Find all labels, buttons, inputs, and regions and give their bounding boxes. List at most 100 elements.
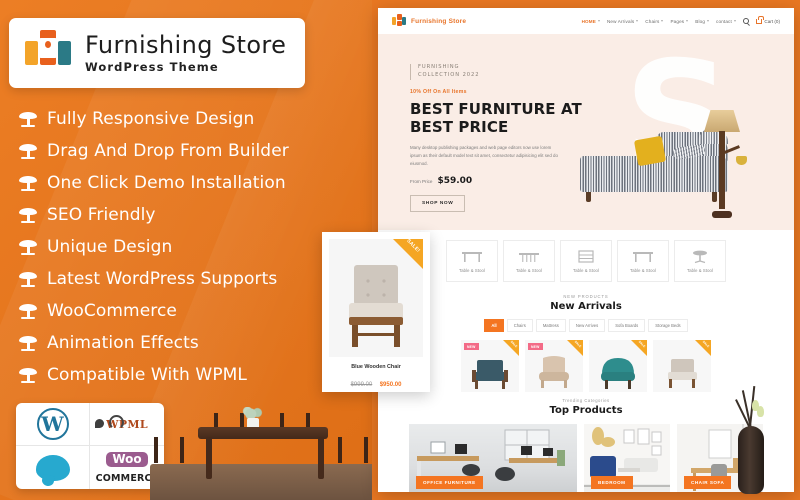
section-eyebrow: NEW PRODUCTS bbox=[563, 294, 609, 299]
promo-panel: Furnishing Store WordPress Theme Fully R… bbox=[0, 0, 372, 500]
stool-bullet-icon bbox=[18, 142, 38, 160]
hero-description: Many desktop publishing packages and web… bbox=[410, 145, 558, 166]
yellow-cushion bbox=[633, 135, 667, 167]
hero-copy: FURNISHING COLLECTION 2022 10% Off On Al… bbox=[410, 64, 585, 213]
sale-corner-badge: SALE! bbox=[393, 239, 423, 269]
stool-bullet-icon bbox=[18, 238, 38, 256]
hero-banner: S FURNISHING COLLECTION 2022 10% Off On … bbox=[378, 34, 794, 230]
dining-table bbox=[198, 427, 328, 439]
hero-title: BEST FURNITURE AT BEST PRICE bbox=[410, 99, 582, 136]
product-thumb[interactable]: SALE bbox=[653, 340, 711, 392]
nav-item-pages[interactable]: Pages bbox=[670, 19, 689, 24]
chevron-down-icon bbox=[686, 20, 689, 22]
category-label: Table & Stool bbox=[459, 268, 485, 273]
tab-chairs[interactable]: Chairs bbox=[506, 319, 533, 332]
old-price: $999.00 bbox=[350, 382, 373, 388]
nav-item-blog[interactable]: Blog bbox=[695, 19, 710, 24]
top-product-card[interactable]: BEDROOM bbox=[584, 424, 670, 492]
search-icon[interactable] bbox=[742, 18, 749, 24]
stool-bullet-icon bbox=[18, 302, 38, 320]
category-button-office-furniture[interactable]: OFFICE FURNITURE bbox=[416, 476, 483, 489]
table-icon bbox=[461, 249, 483, 264]
top-product-card[interactable]: OFFICE FURNITURE bbox=[409, 424, 577, 492]
feature-label: Latest WordPress Supports bbox=[47, 269, 278, 289]
new-arrivals-section: NEW PRODUCTS New Arrivals All Chairs Mat… bbox=[378, 288, 794, 392]
category-card[interactable]: Table & Stool bbox=[503, 240, 555, 282]
feature-label: SEO Friendly bbox=[47, 205, 156, 225]
filter-tabs: All Chairs Mattress New Arrives Sofa Boa… bbox=[378, 319, 794, 332]
woocommerce-label: COMMERCE bbox=[95, 472, 159, 484]
category-label: Table & Stool bbox=[573, 268, 599, 273]
feature-item: Latest WordPress Supports bbox=[18, 263, 338, 295]
stool-bullet-icon bbox=[18, 334, 38, 352]
feature-label: Unique Design bbox=[47, 237, 173, 257]
desk-icon bbox=[632, 249, 654, 264]
category-label: Table & Stool bbox=[630, 268, 656, 273]
category-button-bedroom[interactable]: BEDROOM bbox=[591, 476, 633, 489]
hero-offer: 10% Off On All Items bbox=[410, 88, 467, 95]
chevron-down-icon bbox=[707, 20, 710, 22]
category-card[interactable]: Table & Stool bbox=[674, 240, 726, 282]
sale-corner: SALE bbox=[631, 340, 647, 356]
nav-item-chairs[interactable]: Chairs bbox=[645, 19, 664, 24]
product-thumb[interactable]: NEW SALE bbox=[461, 340, 519, 392]
vase-pot bbox=[738, 426, 764, 494]
feature-label: Drag And Drop From Builder bbox=[47, 141, 289, 161]
stool-bullet-icon bbox=[18, 110, 38, 128]
site-navigation: HOME New Arrivals Chairs Pages Blog cont… bbox=[582, 16, 780, 24]
shop-now-button[interactable]: SHOP NOW bbox=[410, 195, 466, 213]
chevron-down-icon bbox=[636, 20, 639, 22]
feature-list: Fully Responsive Design Drag And Drop Fr… bbox=[18, 103, 338, 391]
brand-title: Furnishing Store bbox=[85, 30, 287, 59]
nav-item-new-arrivals[interactable]: New Arrivals bbox=[607, 19, 639, 24]
feature-item: Fully Responsive Design bbox=[18, 103, 338, 135]
site-logo-text: Furnishing Store bbox=[411, 17, 467, 25]
tab-storage-beds[interactable]: Storage Beds bbox=[648, 319, 688, 332]
badge-elementor bbox=[16, 446, 90, 489]
nav-item-contact[interactable]: contact bbox=[716, 19, 736, 24]
feature-item: One Click Demo Installation bbox=[18, 167, 338, 199]
stool-bullet-icon bbox=[18, 174, 38, 192]
wordpress-icon bbox=[36, 408, 69, 440]
tab-sofa-boards[interactable]: Sofa Boards bbox=[608, 319, 646, 332]
category-row: Table & Stool Table & Stool Table & Stoo… bbox=[378, 230, 794, 288]
feature-label: WooCommerce bbox=[47, 301, 177, 321]
featured-product-card[interactable]: SALE! Blue Wooden Chair $999.00 $950.00 bbox=[322, 232, 430, 392]
featured-product-image: SALE! bbox=[329, 239, 423, 357]
chevron-down-icon bbox=[733, 20, 736, 22]
decorative-vase bbox=[728, 382, 774, 494]
shelf-icon bbox=[575, 249, 597, 264]
price-value: $59.00 bbox=[437, 176, 473, 187]
nav-item-home[interactable]: HOME bbox=[582, 19, 600, 24]
product-thumb[interactable]: NEW SALE bbox=[525, 340, 583, 392]
stool-icon bbox=[689, 249, 711, 264]
featured-product-prices: $999.00 $950.00 bbox=[329, 373, 423, 391]
new-badge: NEW bbox=[464, 343, 479, 350]
product-thumb[interactable]: SALE bbox=[589, 340, 647, 392]
sale-corner: SALE bbox=[695, 340, 711, 356]
badge-wordpress bbox=[16, 403, 90, 446]
price-label: From Price bbox=[410, 179, 433, 185]
floor-lamp-image bbox=[696, 110, 747, 218]
cart-button[interactable]: Cart (0) bbox=[755, 16, 780, 24]
table-leg bbox=[206, 437, 212, 479]
tab-new-arrives[interactable]: New Arrives bbox=[568, 319, 606, 332]
feature-label: One Click Demo Installation bbox=[47, 173, 286, 193]
tab-mattress[interactable]: Mattress bbox=[535, 319, 566, 332]
tab-all[interactable]: All bbox=[484, 319, 504, 332]
woocommerce-mark: Woo bbox=[106, 451, 148, 468]
compatibility-badges: WPML Woo COMMERCE bbox=[16, 403, 164, 489]
feature-item: Unique Design bbox=[18, 231, 338, 263]
sale-corner: SALE bbox=[567, 340, 583, 356]
site-logo[interactable]: Furnishing Store bbox=[392, 14, 466, 28]
chevron-down-icon bbox=[661, 20, 664, 22]
category-button-chair-sofa[interactable]: CHAIR SOFA bbox=[684, 476, 732, 489]
category-card[interactable]: Table & Stool bbox=[617, 240, 669, 282]
furnishing-store-logo-icon bbox=[25, 30, 71, 76]
cart-label: Cart (0) bbox=[764, 18, 780, 24]
category-card[interactable]: Table & Stool bbox=[560, 240, 612, 282]
feature-label: Fully Responsive Design bbox=[47, 109, 255, 129]
feature-label: Animation Effects bbox=[47, 333, 199, 353]
brand-subtitle: WordPress Theme bbox=[85, 59, 219, 74]
category-card[interactable]: Table & Stool bbox=[446, 240, 498, 282]
